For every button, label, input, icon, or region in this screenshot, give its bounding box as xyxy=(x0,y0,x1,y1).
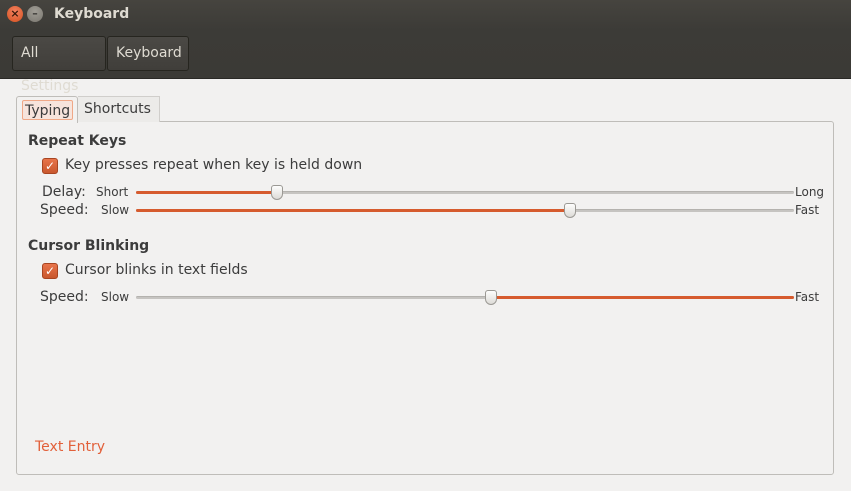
repeat-speed-min-label: Slow xyxy=(101,203,130,217)
blink-speed-max-label: Fast xyxy=(795,290,820,304)
blink-speed-label: Speed: xyxy=(40,289,89,305)
repeat-speed-slider-handle[interactable] xyxy=(564,203,577,218)
cursor-blink-checkbox[interactable]: ✓ xyxy=(42,263,58,279)
toolbar: All Settings Keyboard xyxy=(0,30,851,94)
blink-speed-slider-fill xyxy=(491,296,794,299)
window-titlebar: × – Keyboard xyxy=(0,0,851,30)
minimize-icon[interactable]: – xyxy=(27,6,43,22)
repeat-keys-checkbox-label[interactable]: Key presses repeat when key is held down xyxy=(65,157,362,173)
delay-slider[interactable] xyxy=(136,185,794,200)
checkmark-icon: ✓ xyxy=(44,264,56,278)
delay-slider-fill xyxy=(136,191,278,194)
repeat-speed-max-label: Fast xyxy=(795,203,820,217)
tab-typing[interactable]: Typing xyxy=(16,96,78,123)
text-entry-link[interactable]: Text Entry xyxy=(35,439,105,455)
delay-label: Delay: xyxy=(42,184,86,200)
repeat-keys-heading: Repeat Keys xyxy=(28,133,127,149)
blink-speed-min-label: Slow xyxy=(101,290,130,304)
repeat-speed-label: Speed: xyxy=(40,202,89,218)
repeat-speed-slider[interactable] xyxy=(136,203,794,218)
delay-slider-handle[interactable] xyxy=(271,185,284,200)
blink-speed-slider[interactable] xyxy=(136,290,794,305)
cursor-blinking-heading: Cursor Blinking xyxy=(28,238,150,254)
delay-max-label: Long xyxy=(795,185,825,199)
tab-typing-label: Typing xyxy=(22,100,74,120)
delay-min-label: Short xyxy=(96,185,129,199)
cursor-blink-checkbox-label[interactable]: Cursor blinks in text fields xyxy=(65,262,248,278)
close-icon[interactable]: × xyxy=(7,6,23,22)
all-settings-button[interactable]: All Settings xyxy=(12,36,106,94)
keyboard-breadcrumb-button[interactable]: Keyboard xyxy=(107,36,189,71)
blink-speed-slider-handle[interactable] xyxy=(485,290,498,305)
repeat-keys-checkbox[interactable]: ✓ xyxy=(42,158,58,174)
window-title: Keyboard xyxy=(54,6,130,22)
repeat-speed-slider-fill xyxy=(136,209,571,212)
checkmark-icon: ✓ xyxy=(44,159,56,173)
tab-shortcuts[interactable]: Shortcuts xyxy=(78,96,160,122)
